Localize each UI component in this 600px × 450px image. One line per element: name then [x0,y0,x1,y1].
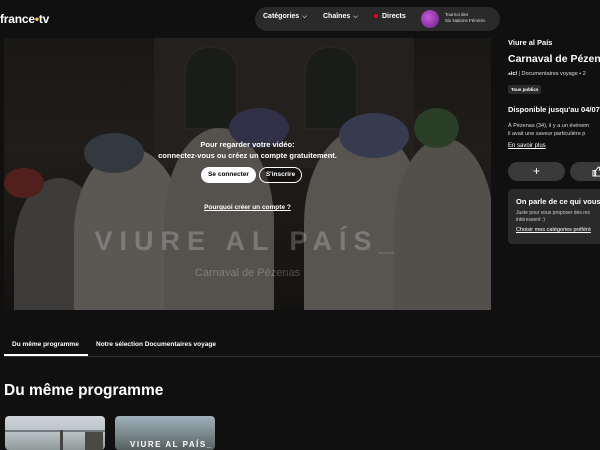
more-info-link[interactable]: En savoir plus [508,143,546,149]
nav-directs-label: Directs [382,13,406,20]
recommendation-description: Juste pour vous proposer des rec intéres… [516,210,590,224]
login-prompt-line-1: Pour regarder votre vidéo: [200,140,295,149]
logo-text: france [0,12,35,26]
live-dot-icon [374,14,378,19]
tab-same-program[interactable]: Du même programme [12,341,79,348]
availability-text: Disponible jusqu'au 04/07 [508,105,600,114]
description-line-1: À Pézenas (34), il y a un événem [508,123,590,129]
recommendation-title: On parle de ce qui vous [516,197,600,206]
channel-logo: ⁎ici [508,71,518,77]
login-prompt: Pour regarder votre vidéo: connectez-vou… [4,139,491,161]
audience-badge: Tous publics [508,85,542,94]
choose-categories-link[interactable]: Choisir mes catégories préféré [516,227,591,233]
login-button[interactable]: Se connecter [201,167,256,183]
tab-selection-documentaires[interactable]: Notre sélection Documentaires voyage [96,341,216,348]
meta-extra: 2 [582,71,586,77]
recommendation-line-1: Juste pour vous proposer des rec [516,210,591,216]
nav-categories[interactable]: Catégories ⌵ [263,13,307,21]
tournoi-logo-icon[interactable] [421,10,439,28]
like-button[interactable] [570,162,600,181]
video-thumbnail-card[interactable] [5,416,105,450]
episode-description: À Pézenas (34), il y a un événem il avai… [508,122,589,138]
recommendation-box: On parle de ce qui vous Juste pour vous … [508,189,600,244]
nav-tournoi[interactable]: Tournoi des Six Nations Féminin [445,12,485,24]
login-prompt-line-2: connectez-vous ou créez un compte gratui… [158,151,337,160]
category-link[interactable]: Documentaires voyage [522,71,578,77]
video-watermark-title: VIURE AL PAÍS_ [94,226,401,256]
program-name-link[interactable]: Viure al País [508,38,552,47]
nav-directs[interactable]: Directs [374,13,406,20]
video-thumbnail-card[interactable]: VIURE AL PAÍS_ [115,416,215,450]
main-nav: Catégories ⌵ Chaînes ⌵ Directs Tournoi des… [255,7,500,31]
description-line-2: il avait une saveur particulière p [508,131,586,137]
section-title: Du même programme [4,382,164,399]
video-watermark-subtitle: Carnaval de Pézenas [194,267,301,279]
recommendation-line-2: intéressent :) [516,217,545,223]
plus-icon: + [532,164,540,178]
nav-chaines-label: Chaînes [323,13,351,20]
thumbs-up-icon [592,166,600,177]
episode-meta: ⁎ici | Documentaires voyage • 2 [508,71,586,77]
tournoi-line-2: Six Nations Féminin [445,18,486,23]
add-to-list-button[interactable]: + [508,162,565,181]
nav-categories-label: Catégories [263,13,300,20]
chevron-down-icon: ⌵ [302,14,307,20]
why-create-account-link[interactable]: Pourquoi créer un compte ? [4,204,491,211]
thumb-detail [60,430,63,450]
details-panel: Viure al País Carnaval de Pézenas ⁎ici |… [508,38,600,310]
video-player[interactable]: VIURE AL PAÍS_ Carnaval de Pézenas Pour … [4,38,491,310]
francetv-logo[interactable]: france•tv [0,12,49,26]
thumbnail-title: VIURE AL PAÍS_ [130,440,213,449]
chevron-down-icon: ⌵ [353,14,358,20]
nav-chaines[interactable]: Chaînes ⌵ [323,13,358,21]
thumb-detail [85,432,103,450]
tabs-divider [4,356,600,357]
logo-suffix: tv [38,12,50,26]
signup-button[interactable]: S'inscrire [259,167,302,183]
channel-name: ici [510,71,518,77]
top-header: france•tv Catégories ⌵ Chaînes ⌵ Directs T… [0,0,600,38]
episode-title: Carnaval de Pézenas [508,53,600,65]
